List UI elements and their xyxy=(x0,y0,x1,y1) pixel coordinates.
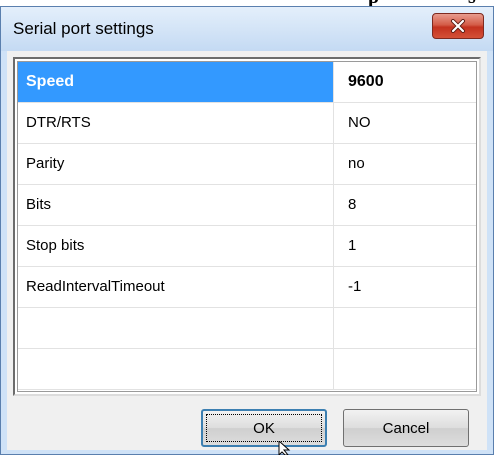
setting-value[interactable]: 9600 xyxy=(334,62,476,102)
setting-name: Speed xyxy=(18,62,334,102)
setting-name: ReadIntervalTimeout xyxy=(18,267,334,307)
settings-row-parity[interactable]: Parity no xyxy=(18,144,476,185)
settings-row-speed[interactable]: Speed 9600 xyxy=(18,62,476,103)
ok-button-label: OK xyxy=(253,419,275,437)
setting-name xyxy=(18,349,334,389)
settings-row-empty xyxy=(18,308,476,349)
cancel-button[interactable]: Cancel xyxy=(343,409,469,447)
dialog-client-area: Speed 9600 DTR/RTS NO Parity no Bits 8 S… xyxy=(7,51,487,450)
setting-name: Bits xyxy=(18,185,334,225)
serial-port-settings-dialog: Serial port settings Speed 9600 DTR/RTS … xyxy=(0,6,494,455)
ok-button[interactable]: OK xyxy=(201,409,327,447)
settings-grid-body: Speed 9600 DTR/RTS NO Parity no Bits 8 S… xyxy=(17,61,477,392)
settings-row-stop-bits[interactable]: Stop bits 1 xyxy=(18,226,476,267)
cancel-button-label: Cancel xyxy=(382,419,430,437)
setting-name: Stop bits xyxy=(18,226,334,266)
settings-grid[interactable]: Speed 9600 DTR/RTS NO Parity no Bits 8 S… xyxy=(13,57,481,396)
setting-name: DTR/RTS xyxy=(18,103,334,143)
setting-value[interactable]: NO xyxy=(334,103,476,143)
setting-value xyxy=(334,349,476,389)
mouse-pointer-icon xyxy=(278,441,291,455)
window-title: Serial port settings xyxy=(13,19,154,38)
setting-value[interactable]: -1 xyxy=(334,267,476,307)
setting-value xyxy=(334,308,476,348)
settings-row-read-interval-timeout[interactable]: ReadIntervalTimeout -1 xyxy=(18,267,476,308)
settings-row-empty xyxy=(18,349,476,390)
setting-value[interactable]: no xyxy=(334,144,476,184)
settings-row-bits[interactable]: Bits 8 xyxy=(18,185,476,226)
setting-value[interactable]: 8 xyxy=(334,185,476,225)
close-button[interactable] xyxy=(432,13,484,39)
close-icon xyxy=(451,19,465,33)
settings-row-dtr-rts[interactable]: DTR/RTS NO xyxy=(18,103,476,144)
setting-name: Parity xyxy=(18,144,334,184)
setting-value[interactable]: 1 xyxy=(334,226,476,266)
setting-name xyxy=(18,308,334,348)
title-bar[interactable]: Serial port settings xyxy=(1,7,493,51)
